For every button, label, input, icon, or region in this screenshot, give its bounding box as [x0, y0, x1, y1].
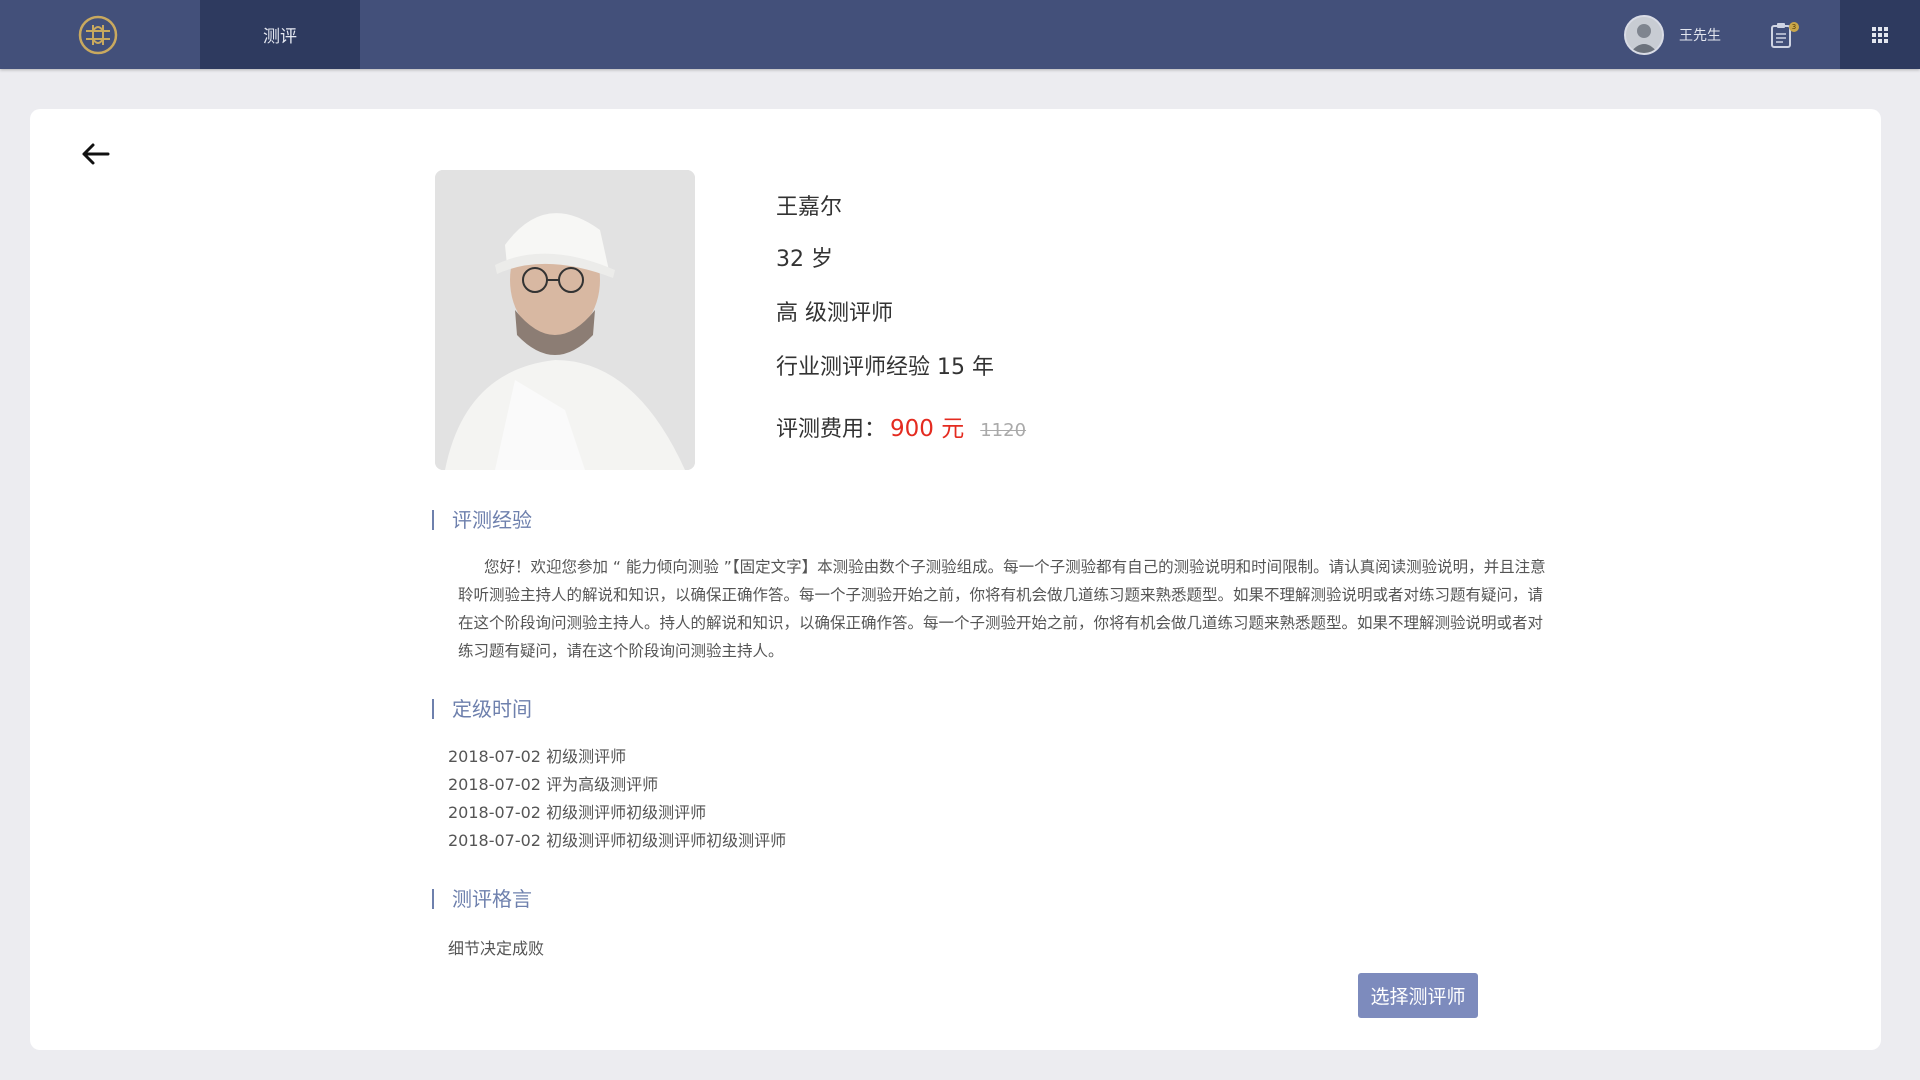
back-arrow-icon[interactable]	[78, 139, 112, 169]
rating-list: 2018-07-02 初级测评师 2018-07-02 评为高级测评师 2018…	[448, 743, 786, 855]
user-menu[interactable]: 王先生	[1624, 14, 1721, 56]
grid-icon	[1872, 26, 1888, 43]
experience-text: 您好！欢迎您参加 “ 能力倾向测验 ”【固定文字】本测验由数个子测验组成。每一个…	[458, 558, 1546, 660]
fee-value: 900 元	[890, 416, 965, 442]
evaluator-name: 王嘉尔	[776, 195, 843, 220]
evaluator-experience: 行业测评师经验 15 年	[776, 355, 994, 380]
notification-badge: 3	[1789, 22, 1799, 32]
evaluator-level: 高 级测评师	[776, 301, 893, 326]
list-item: 2018-07-02 初级测评师初级测评师	[448, 803, 707, 822]
avatar	[1624, 15, 1664, 55]
section-title-rating-time: 定级时间	[432, 699, 532, 719]
list-item: 2018-07-02 初级测评师初级测评师初级测评师	[448, 831, 787, 850]
evaluator-photo	[435, 170, 695, 470]
apps-grid-button[interactable]	[1840, 0, 1920, 69]
motto-text: 细节决定成败	[448, 939, 545, 958]
evaluator-age: 32 岁	[776, 247, 833, 272]
select-evaluator-button[interactable]: 选择测评师	[1358, 973, 1478, 1018]
profile-card: 王嘉尔 32 岁 高 级测评师 行业测评师经验 15 年 评测费用： 900 元 1…	[30, 109, 1881, 1050]
section-title-motto: 测评格言	[432, 889, 532, 909]
original-fee: 1120	[980, 420, 1027, 441]
list-item: 2018-07-02 初级测评师	[448, 747, 627, 766]
top-bar: 测评 王先生 3	[0, 0, 1920, 69]
fee-label: 评测费用：	[776, 417, 887, 442]
logo-icon[interactable]	[78, 15, 118, 55]
fee-row: 评测费用： 900 元 1120	[776, 409, 1026, 443]
user-name: 王先生	[1679, 28, 1721, 44]
section-title-experience: 评测经验	[432, 510, 532, 530]
tab-evaluation[interactable]: 测评	[200, 0, 360, 69]
list-item: 2018-07-02 评为高级测评师	[448, 775, 659, 794]
